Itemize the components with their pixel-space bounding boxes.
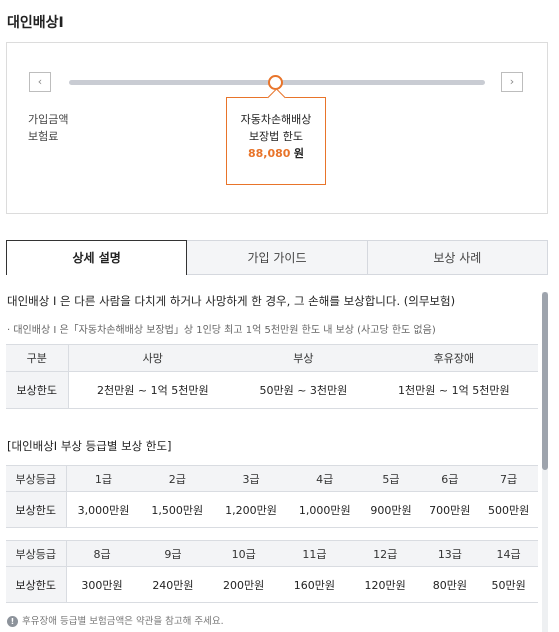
- table-cell: 300만원: [66, 566, 138, 603]
- table-cell: 1천만원 ~ 1억 5천만원: [369, 371, 538, 409]
- table-cell: 14급: [479, 540, 538, 567]
- coverage-tooltip: 자동차손해배상 보장법 한도 88,080 원: [226, 97, 326, 185]
- table-cell: 구분: [6, 344, 69, 372]
- footnote: ! 후유장애 등급별 보험금액은 약관을 참고해 주세요.: [7, 613, 224, 627]
- tooltip-premium: 88,080 원: [227, 145, 325, 162]
- table-cell: 부상등급: [6, 465, 67, 492]
- table-header-row: 부상등급 1급 2급 3급 4급 5급 6급 7급: [6, 465, 538, 492]
- table-cell: 7급: [479, 465, 538, 492]
- table-row: 보상한도 2천만원 ~ 1억 5천만원 50만원 ~ 3천만원 1천만원 ~ 1…: [6, 371, 538, 409]
- injury-grade-table-1: 부상등급 1급 2급 3급 4급 5급 6급 7급 보상한도 3,000만원 1…: [6, 465, 538, 528]
- table-cell: 3급: [214, 465, 288, 492]
- table-cell: 4급: [287, 465, 362, 492]
- table-cell: 2천만원 ~ 1억 5천만원: [68, 371, 238, 409]
- table-cell: 240만원: [137, 566, 209, 603]
- tooltip-line-2: 보장법 한도: [248, 130, 304, 143]
- table-cell: 5급: [361, 465, 421, 492]
- tab-details[interactable]: 상세 설명: [6, 240, 188, 275]
- table-cell: 3,000만원: [66, 491, 141, 528]
- description-subtext: · 대인배상 Ⅰ 은「자동차손해배상 보장법」상 1인당 최고 1억 5천만원 …: [7, 325, 436, 336]
- detail-tabs: 상세 설명 가입 가이드 보상 사례: [6, 240, 548, 275]
- coverage-amount-label: 가입금액: [28, 113, 69, 126]
- table-header-row: 구분 사망 부상 후유장애: [6, 344, 538, 372]
- table-cell: 부상: [237, 344, 370, 372]
- info-icon: !: [7, 616, 18, 627]
- injury-grade-table-2: 부상등급 8급 9급 10급 11급 12급 13급 14급 보상한도 300만…: [6, 540, 538, 603]
- tab-claim-cases[interactable]: 보상 사례: [367, 240, 548, 275]
- premium-amount: 88,080: [247, 147, 291, 160]
- premium-unit: 원: [293, 147, 305, 160]
- table-cell: 보상한도: [6, 566, 67, 603]
- table-row: 보상한도 3,000만원 1,500만원 1,200만원 1,000만원 900…: [6, 491, 538, 528]
- table-cell: 12급: [349, 540, 421, 567]
- tab-enroll-guide[interactable]: 가입 가이드: [187, 240, 368, 275]
- table-cell: 보상한도: [6, 371, 69, 409]
- table-cell: 보상한도: [6, 491, 67, 528]
- table-cell: 1급: [66, 465, 141, 492]
- table-header-row: 부상등급 8급 9급 10급 11급 12급 13급 14급: [6, 540, 538, 567]
- table-cell: 160만원: [279, 566, 350, 603]
- table-cell: 80만원: [420, 566, 480, 603]
- table-cell: 6급: [420, 465, 480, 492]
- table-cell: 9급: [137, 540, 209, 567]
- table-cell: 8급: [66, 540, 138, 567]
- table-cell: 부상등급: [6, 540, 67, 567]
- premium-label: 보험료: [28, 130, 59, 143]
- table-cell: 2급: [140, 465, 215, 492]
- footnote-text: 후유장애 등급별 보험금액은 약관을 참고해 주세요.: [22, 616, 224, 627]
- table-cell: 사망: [68, 344, 238, 372]
- details-content: 대인배상 Ⅰ 은 다른 사람을 다치게 하거나 사망하게 한 경우, 그 손해를…: [0, 290, 540, 632]
- table-cell: 10급: [208, 540, 280, 567]
- table-cell: 1,000만원: [287, 491, 362, 528]
- description-text: 대인배상 Ⅰ 은 다른 사람을 다치게 하거나 사망하게 한 경우, 그 손해를…: [7, 294, 456, 308]
- table-cell: 11급: [279, 540, 350, 567]
- tooltip-line-1: 자동차손해배상: [240, 113, 312, 126]
- table-row: 보상한도 300만원 240만원 200만원 160만원 120만원 80만원 …: [6, 566, 538, 603]
- table-cell: 후유장애: [369, 344, 538, 372]
- scrollbar-thumb[interactable]: [542, 292, 548, 470]
- table-cell: 900만원: [361, 491, 421, 528]
- table-cell: 1,500만원: [140, 491, 215, 528]
- table-cell: 200만원: [208, 566, 280, 603]
- table-cell: 1,200만원: [214, 491, 288, 528]
- table-cell: 500만원: [479, 491, 538, 528]
- table-cell: 13급: [420, 540, 480, 567]
- chevron-left-icon[interactable]: ‹: [29, 72, 51, 92]
- page-title: 대인배상I: [7, 15, 64, 31]
- grade-section-title: [대인배상I 부상 등급별 보상 한도]: [7, 439, 172, 453]
- chevron-right-icon[interactable]: ›: [501, 72, 523, 92]
- table-cell: 700만원: [420, 491, 480, 528]
- table-cell: 50만원 ~ 3천만원: [237, 371, 370, 409]
- coverage-slider-panel: ‹ › 가입금액 보험료 자동차손해배상 보장법 한도 88,080 원: [6, 42, 548, 214]
- coverage-limit-table: 구분 사망 부상 후유장애 보상한도 2천만원 ~ 1억 5천만원 50만원 ~…: [6, 344, 538, 409]
- table-cell: 120만원: [349, 566, 421, 603]
- table-cell: 50만원: [479, 566, 538, 603]
